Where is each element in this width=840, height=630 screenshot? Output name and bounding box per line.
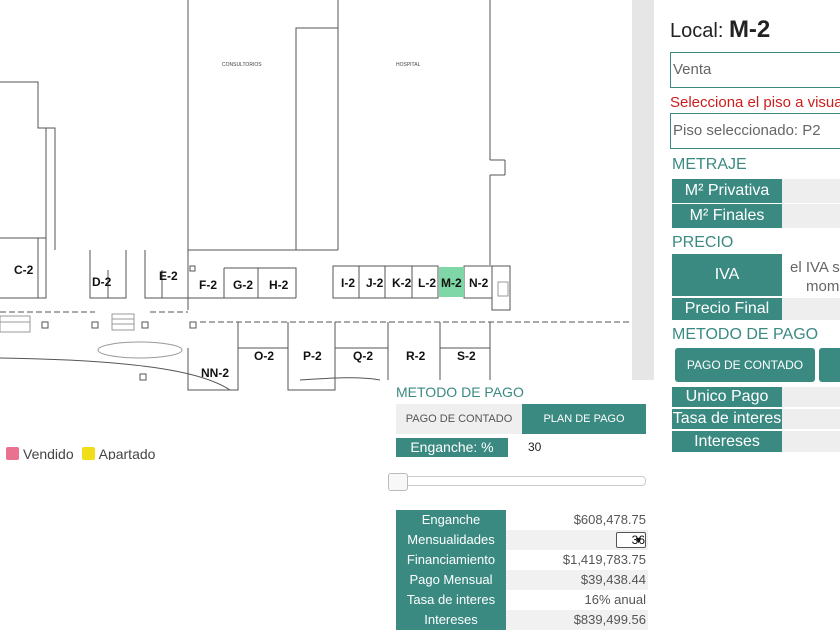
tasa-interes-label: Tasa de interes [672, 409, 782, 429]
unit-d-2[interactable]: D-2 [92, 275, 111, 289]
m2-finales-label: M² Finales [672, 204, 782, 228]
unit-r-2[interactable]: R-2 [406, 349, 425, 363]
precio-final-label: Precio Final [672, 298, 782, 320]
enganche-slider[interactable] [388, 476, 646, 486]
pago-contado-button[interactable]: PAGO DE CONTADO [675, 348, 815, 382]
unit-c-2[interactable]: C-2 [14, 263, 33, 277]
financiamiento-label: Financiamiento [396, 550, 506, 570]
local-code: M-2 [728, 16, 771, 43]
enganche-value: $608,478.75 [573, 512, 646, 527]
unit-p-2[interactable]: P-2 [303, 349, 322, 363]
iva-note-line-2: mom [806, 278, 840, 295]
local-title: Local: M-2 [670, 16, 770, 44]
apartado-swatch [81, 447, 95, 460]
metodo-pago-title: METODO DE PAGO [672, 326, 819, 343]
enganche-slider-handle[interactable] [388, 473, 408, 491]
unit-q-2[interactable]: Q-2 [353, 349, 373, 363]
consultorios-label: CONSULTORIOS [222, 62, 262, 68]
enganche-pct-label: Enganche: % [396, 438, 508, 457]
m2-privativa-label: M² Privativa [672, 179, 782, 203]
unit-s-2[interactable]: S-2 [457, 349, 476, 363]
intereses-plan-label: Intereses [396, 610, 506, 630]
row-intereses: Intereses $839,499.56 [396, 610, 648, 630]
row-enganche: Enganche $608,478.75 [396, 510, 648, 530]
mensualidades-label: Mensualidades [396, 530, 506, 550]
unico-pago-value [782, 387, 840, 407]
tab-plan-pago[interactable]: PLAN DE PAGO [522, 404, 646, 434]
floor-selected-field[interactable]: Piso seleccionado: P2 [670, 113, 840, 149]
payment-plan-panel: METODO DE PAGO PAGO DE CONTADO PLAN DE P… [386, 380, 656, 630]
vendido-swatch [6, 447, 19, 460]
chevron-down-icon: ▼ [634, 535, 643, 545]
legend-label-vendido: Vendido [23, 446, 74, 460]
operation-field[interactable]: Venta [670, 52, 840, 88]
unit-j-2[interactable]: J-2 [366, 276, 383, 290]
intereses-plan-value: $839,499.56 [506, 610, 648, 630]
unit-o-2[interactable]: O-2 [254, 349, 274, 363]
unit-g-2[interactable]: G-2 [233, 278, 253, 292]
unit-m-2[interactable]: M-2 [441, 276, 462, 290]
row-mensualidades: Mensualidades 36 ▼ [396, 530, 648, 550]
pago-mensual-value: $39,438.44 [506, 570, 648, 590]
m2-finales-value [782, 204, 840, 228]
payment-title: METODO DE PAGO [396, 384, 524, 400]
unit-k-2[interactable]: K-2 [392, 276, 411, 290]
intereses-label: Intereses [672, 431, 782, 452]
iva-note-line-1: el IVA s [790, 259, 840, 276]
tab-pago-contado[interactable]: PAGO DE CONTADO [396, 404, 522, 434]
pago-mensual-label: Pago Mensual [396, 570, 506, 590]
unit-detail-panel: Local: M-2 Venta Selecciona el piso a vi… [654, 0, 840, 452]
tasa-label: Tasa de interes [396, 590, 506, 610]
financiamiento-value: $1,419,783.75 [562, 552, 646, 567]
unico-pago-label: Unico Pago [672, 387, 782, 407]
mensualidades-select[interactable]: 36 ▼ [616, 532, 646, 548]
iva-note: el IVA s mom [790, 258, 840, 296]
unit-f-2[interactable]: F-2 [199, 278, 217, 292]
legend-item-apartado: Apartado [81, 446, 156, 460]
iva-label: IVA [672, 254, 782, 296]
plan-pago-button[interactable] [819, 348, 840, 382]
unit-e-2[interactable]: E-2 [159, 269, 178, 283]
legend-label-apartado: Apartado [98, 446, 156, 460]
precio-final-value [782, 298, 840, 320]
precio-title: PRECIO [672, 234, 734, 251]
enganche-label: Enganche [396, 510, 506, 530]
intereses-value [782, 431, 840, 452]
tasa-interes-value [782, 409, 840, 429]
row-financiamiento: Financiamiento $1,419,783.75 [396, 550, 648, 570]
hospital-label: HOSPITAL [396, 62, 421, 68]
status-legend: Vendido Apartado [6, 446, 155, 460]
legend-item-vendido: Vendido [6, 446, 74, 460]
unit-h-2[interactable]: H-2 [269, 278, 288, 292]
metraje-title: METRAJE [672, 156, 747, 173]
local-label: Local: [670, 20, 724, 42]
unit-n-2[interactable]: N-2 [469, 276, 488, 290]
row-tasa-interes: Tasa de interes 16% anual [396, 590, 648, 610]
enganche-pct-value: 30 [528, 440, 542, 454]
unit-nn-2[interactable]: NN-2 [201, 366, 229, 380]
mensualidades-cell: 36 ▼ [506, 530, 648, 550]
floor-warning: Selecciona el piso a visual [670, 94, 840, 111]
tasa-value: 16% anual [584, 592, 646, 607]
row-pago-mensual: Pago Mensual $39,438.44 [396, 570, 648, 590]
unit-l-2[interactable]: L-2 [418, 276, 436, 290]
unit-i-2[interactable]: I-2 [341, 276, 355, 290]
m2-privativa-value [782, 179, 840, 203]
